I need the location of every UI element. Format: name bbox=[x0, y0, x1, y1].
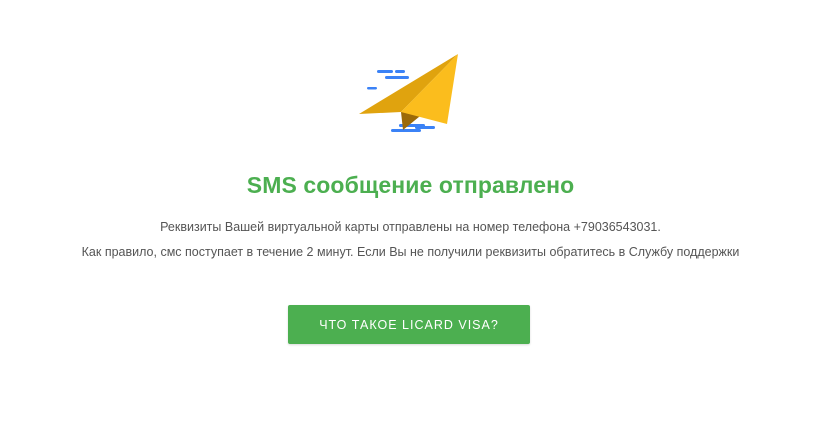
delivery-info-text: Как правило, смс поступает в течение 2 м… bbox=[81, 245, 740, 259]
paper-plane-icon bbox=[359, 54, 458, 132]
requisites-sent-text: Реквизиты Вашей виртуальной карты отправ… bbox=[160, 220, 661, 234]
what-is-licard-visa-button[interactable]: ЧТО ТАКОЕ LICARD VISA? bbox=[288, 305, 530, 344]
page-title: SMS сообщение отправлено bbox=[246, 172, 575, 198]
sms-sent-page: SMS сообщение отправлено Реквизиты Вашей… bbox=[0, 0, 821, 436]
